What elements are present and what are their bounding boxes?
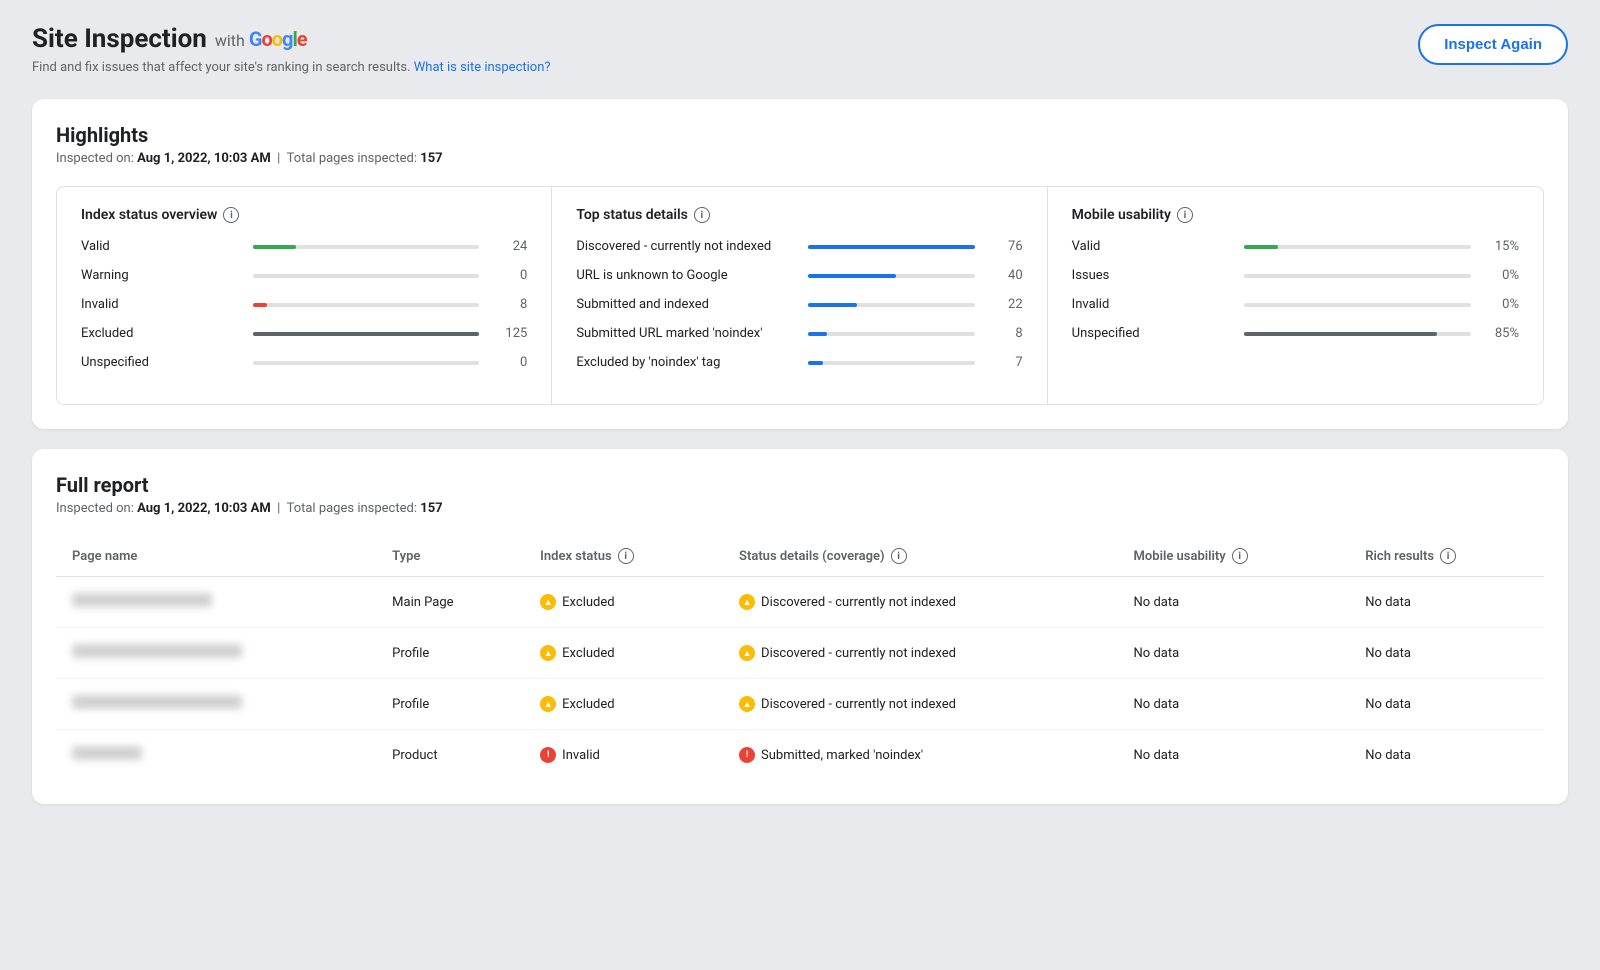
- table-row[interactable]: Main Page▲Excluded▲Discovered - currentl…: [56, 577, 1544, 628]
- top-status-title: Top status details i: [576, 207, 1022, 223]
- mobile-usability-info-icon[interactable]: i: [1177, 207, 1193, 223]
- table-cell-type: Profile: [376, 679, 524, 730]
- table-row[interactable]: Profile▲Excluded▲Discovered - currently …: [56, 679, 1544, 730]
- table-cell-index-status: !Invalid: [524, 730, 723, 781]
- page-name-blurred: [72, 644, 242, 658]
- with-google-text: with Google: [215, 27, 307, 51]
- warning-icon: ▲: [540, 645, 556, 661]
- table-cell-index-status: ▲Excluded: [524, 679, 723, 730]
- table-cell-page-name: [56, 577, 376, 628]
- index-warning-row: Warning 0: [81, 268, 527, 283]
- index-unspecified-row: Unspecified 0: [81, 355, 527, 370]
- page-subtitle: Find and fix issues that affect your sit…: [32, 60, 551, 75]
- table-cell-page-name: [56, 730, 376, 781]
- table-cell-mobile-usability: No data: [1118, 730, 1350, 781]
- highlights-card: Highlights Inspected on: Aug 1, 2022, 10…: [32, 99, 1568, 429]
- table-cell-type: Product: [376, 730, 524, 781]
- what-is-inspection-link[interactable]: What is site inspection?: [414, 60, 551, 75]
- error-icon: !: [739, 747, 755, 763]
- mobile-invalid-row: Invalid 0%: [1072, 297, 1519, 312]
- inspect-again-button[interactable]: Inspect Again: [1418, 24, 1568, 65]
- table-header-row: Page name Type Index status i Status det…: [56, 536, 1544, 577]
- page-title: Site Inspection with Google: [32, 24, 551, 54]
- table-row[interactable]: Product!Invalid!Submitted, marked 'noind…: [56, 730, 1544, 781]
- col-mobile-usability: Mobile usability i: [1118, 536, 1350, 577]
- top-status-info-icon[interactable]: i: [694, 207, 710, 223]
- warning-icon: ▲: [739, 645, 755, 661]
- page-name-blurred: [72, 746, 142, 760]
- top-status-col: Top status details i Discovered - curren…: [552, 187, 1047, 404]
- index-invalid-row: Invalid 8: [81, 297, 527, 312]
- table-cell-type: Profile: [376, 628, 524, 679]
- title-area: Site Inspection with Google Find and fix…: [32, 24, 551, 75]
- index-status-col: Index status overview i Valid 24 Warning…: [57, 187, 552, 404]
- table-cell-index-status: ▲Excluded: [524, 628, 723, 679]
- table-cell-rich-results: No data: [1349, 730, 1544, 781]
- table-cell-status-details: ▲Discovered - currently not indexed: [723, 577, 1118, 628]
- index-status-col-info-icon[interactable]: i: [618, 548, 634, 564]
- warning-icon: ▲: [739, 696, 755, 712]
- table-cell-status-details: ▲Discovered - currently not indexed: [723, 679, 1118, 730]
- page-name-blurred: [72, 593, 212, 607]
- status-details-col-info-icon[interactable]: i: [891, 548, 907, 564]
- mobile-unspecified-row: Unspecified 85%: [1072, 326, 1519, 341]
- col-page-name: Page name: [56, 536, 376, 577]
- index-status-info-icon[interactable]: i: [223, 207, 239, 223]
- index-valid-row: Valid 24: [81, 239, 527, 254]
- mobile-issues-row: Issues 0%: [1072, 268, 1519, 283]
- highlights-title: Highlights: [56, 123, 1544, 147]
- table-cell-page-name: [56, 628, 376, 679]
- table-cell-page-name: [56, 679, 376, 730]
- col-type: Type: [376, 536, 524, 577]
- index-excluded-row: Excluded 125: [81, 326, 527, 341]
- highlights-grid: Index status overview i Valid 24 Warning…: [56, 186, 1544, 405]
- table-cell-index-status: ▲Excluded: [524, 577, 723, 628]
- col-status-details: Status details (coverage) i: [723, 536, 1118, 577]
- table-row[interactable]: Profile▲Excluded▲Discovered - currently …: [56, 628, 1544, 679]
- mobile-usability-title: Mobile usability i: [1072, 207, 1519, 223]
- table-cell-mobile-usability: No data: [1118, 679, 1350, 730]
- table-cell-mobile-usability: No data: [1118, 628, 1350, 679]
- warning-icon: ▲: [540, 594, 556, 610]
- rich-results-col-info-icon[interactable]: i: [1440, 548, 1456, 564]
- table-cell-status-details: ▲Discovered - currently not indexed: [723, 628, 1118, 679]
- mobile-valid-row: Valid 15%: [1072, 239, 1519, 254]
- table-cell-status-details: !Submitted, marked 'noindex': [723, 730, 1118, 781]
- full-report-title: Full report: [56, 473, 1544, 497]
- error-icon: !: [540, 747, 556, 763]
- full-report-card: Full report Inspected on: Aug 1, 2022, 1…: [32, 449, 1568, 804]
- table-cell-mobile-usability: No data: [1118, 577, 1350, 628]
- highlights-meta: Inspected on: Aug 1, 2022, 10:03 AM | To…: [56, 151, 1544, 166]
- table-cell-rich-results: No data: [1349, 577, 1544, 628]
- top-status-row-5: Excluded by 'noindex' tag 7: [576, 355, 1022, 370]
- google-logo: Google: [249, 27, 307, 51]
- table-cell-rich-results: No data: [1349, 679, 1544, 730]
- top-status-row-3: Submitted and indexed 22: [576, 297, 1022, 312]
- mobile-usability-col: Mobile usability i Valid 15% Issues 0% I…: [1048, 187, 1543, 404]
- full-report-meta: Inspected on: Aug 1, 2022, 10:03 AM | To…: [56, 501, 1544, 516]
- col-rich-results: Rich results i: [1349, 536, 1544, 577]
- page-name-blurred: [72, 695, 242, 709]
- col-index-status: Index status i: [524, 536, 723, 577]
- top-status-row-1: Discovered - currently not indexed 76: [576, 239, 1022, 254]
- index-status-title: Index status overview i: [81, 207, 527, 223]
- report-table: Page name Type Index status i Status det…: [56, 536, 1544, 780]
- top-status-row-2: URL is unknown to Google 40: [576, 268, 1022, 283]
- top-status-row-4: Submitted URL marked 'noindex' 8: [576, 326, 1022, 341]
- warning-icon: ▲: [739, 594, 755, 610]
- page-header: Site Inspection with Google Find and fix…: [32, 24, 1568, 75]
- mobile-usability-col-info-icon[interactable]: i: [1232, 548, 1248, 564]
- warning-icon: ▲: [540, 696, 556, 712]
- table-cell-type: Main Page: [376, 577, 524, 628]
- table-cell-rich-results: No data: [1349, 628, 1544, 679]
